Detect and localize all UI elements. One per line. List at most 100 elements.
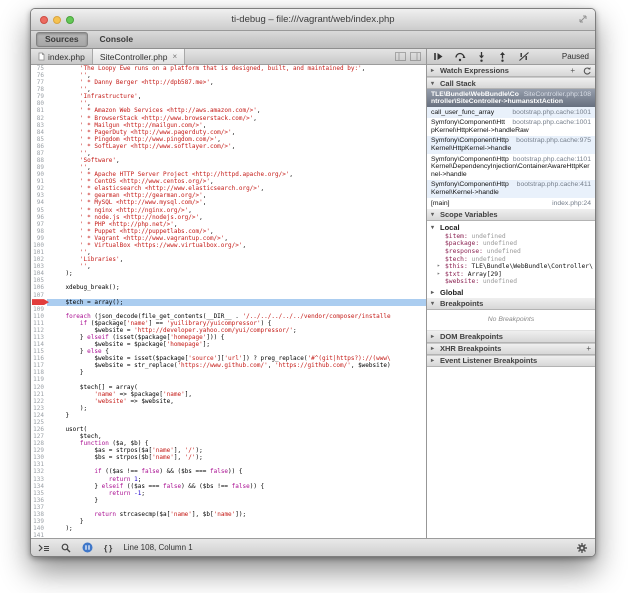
expand-icon[interactable]: ▸ [437, 271, 443, 279]
line-number-gutter[interactable]: 134 [31, 483, 47, 490]
line-number-gutter[interactable] [31, 299, 47, 306]
line-number-gutter[interactable]: 132 [31, 468, 47, 475]
line-number-gutter[interactable]: 89 [31, 164, 47, 171]
scope-global[interactable]: ▸ Global [427, 286, 595, 298]
line-number-gutter[interactable]: 123 [31, 405, 47, 412]
debugger-active-icon[interactable] [82, 542, 93, 553]
line-number-gutter[interactable]: 95 [31, 207, 47, 214]
section-dom-breakpoints[interactable]: ▸ DOM Breakpoints [427, 331, 595, 343]
line-number-gutter[interactable]: 131 [31, 461, 47, 468]
line-number-gutter[interactable]: 101 [31, 249, 47, 256]
line-number-gutter[interactable]: 100 [31, 242, 47, 249]
file-tab-index-php[interactable]: index.php [31, 49, 93, 64]
line-number-gutter[interactable]: 102 [31, 256, 47, 263]
section-event-listener-breakpoints[interactable]: ▸ Event Listener Breakpoints [427, 355, 595, 367]
title-bar[interactable]: ti-debug – file:///vagrant/web/index.php [31, 9, 595, 31]
line-number-gutter[interactable]: 81 [31, 107, 47, 114]
line-number-gutter[interactable]: 113 [31, 334, 47, 341]
line-number-gutter[interactable]: 86 [31, 143, 47, 150]
line-number-gutter[interactable]: 133 [31, 476, 47, 483]
line-number-gutter[interactable]: 124 [31, 412, 47, 419]
line-number-gutter[interactable]: 128 [31, 440, 47, 447]
show-console-icon[interactable] [38, 543, 50, 553]
line-number-gutter[interactable]: 122 [31, 398, 47, 405]
zoom-window-icon[interactable] [66, 16, 74, 24]
settings-gear-icon[interactable] [576, 542, 588, 554]
break-on-exceptions-icon[interactable] [518, 51, 530, 62]
line-number-gutter[interactable]: 117 [31, 362, 47, 369]
call-stack-frame[interactable]: bootstrap.php.cache:411Symfony\Component… [427, 180, 595, 198]
line-number-gutter[interactable]: 126 [31, 426, 47, 433]
line-number-gutter[interactable]: 136 [31, 497, 47, 504]
line-number-gutter[interactable]: 106 [31, 284, 47, 291]
line-number-gutter[interactable]: 112 [31, 327, 47, 334]
call-stack-frame[interactable]: SiteController.php:108TLE\Bundle\WebBund… [427, 89, 595, 107]
line-number-gutter[interactable]: 97 [31, 221, 47, 228]
refresh-icon[interactable] [582, 66, 591, 75]
show-details-icon[interactable] [410, 52, 421, 61]
line-number-gutter[interactable]: 79 [31, 93, 47, 100]
line-number-gutter[interactable]: 80 [31, 100, 47, 107]
line-number-gutter[interactable]: 139 [31, 518, 47, 525]
line-number-gutter[interactable]: 82 [31, 115, 47, 122]
line-number-gutter[interactable]: 137 [31, 504, 47, 511]
line-number-gutter[interactable]: 129 [31, 447, 47, 454]
add-xhr-breakpoint-icon[interactable]: + [586, 344, 591, 353]
line-number-gutter[interactable]: 91 [31, 178, 47, 185]
call-stack-frame[interactable]: bootstrap.php.cache:1101Symfony\Componen… [427, 154, 595, 180]
line-number-gutter[interactable]: 77 [31, 79, 47, 86]
line-number-gutter[interactable]: 111 [31, 320, 47, 327]
line-number-gutter[interactable]: 105 [31, 277, 47, 284]
line-number-gutter[interactable]: 96 [31, 214, 47, 221]
section-breakpoints[interactable]: ▾ Breakpoints [427, 298, 595, 310]
expand-icon[interactable]: ▸ [437, 263, 443, 271]
line-number-gutter[interactable]: 87 [31, 150, 47, 157]
pretty-print-icon[interactable]: { } [104, 543, 112, 553]
line-number-gutter[interactable]: 104 [31, 270, 47, 277]
line-number-gutter[interactable]: 114 [31, 341, 47, 348]
line-number-gutter[interactable]: 119 [31, 376, 47, 383]
line-number-gutter[interactable]: 140 [31, 525, 47, 532]
line-number-gutter[interactable]: 98 [31, 228, 47, 235]
call-stack-frame[interactable]: bootstrap.php.cache:1001Symfony\Componen… [427, 118, 595, 136]
line-number-gutter[interactable]: 125 [31, 419, 47, 426]
line-number-gutter[interactable]: 83 [31, 122, 47, 129]
call-stack-frame[interactable]: bootstrap.php.cache:1001call_user_func_a… [427, 107, 595, 118]
section-call-stack[interactable]: ▾ Call Stack [427, 77, 595, 89]
section-xhr-breakpoints[interactable]: ▸ XHR Breakpoints + [427, 343, 595, 355]
line-number-gutter[interactable]: 103 [31, 263, 47, 270]
scope-local[interactable]: ▾ Local [427, 221, 595, 233]
search-icon[interactable] [61, 543, 71, 553]
line-number-gutter[interactable]: 130 [31, 454, 47, 461]
show-navigator-icon[interactable] [395, 52, 406, 61]
close-tab-icon[interactable]: × [172, 52, 177, 61]
section-scope-variables[interactable]: ▾ Scope Variables [427, 209, 595, 221]
line-number-gutter[interactable]: 115 [31, 348, 47, 355]
add-watch-icon[interactable]: + [570, 66, 575, 75]
line-number-gutter[interactable]: 92 [31, 185, 47, 192]
file-tab-sitecontroller-php[interactable]: SiteController.php × [93, 49, 185, 64]
line-number-gutter[interactable]: 135 [31, 490, 47, 497]
scope-variable[interactable]: ▸$this: TLE\Bundle\WebBundle\Controller\ [427, 263, 595, 271]
resize-icon[interactable] [578, 14, 588, 24]
line-number-gutter[interactable]: 85 [31, 136, 47, 143]
breakpoint-arrow-icon[interactable] [32, 299, 49, 305]
line-number-gutter[interactable]: 116 [31, 355, 47, 362]
section-watch-expressions[interactable]: ▸ Watch Expressions + [427, 65, 595, 77]
line-number-gutter[interactable]: 127 [31, 433, 47, 440]
close-window-icon[interactable] [40, 16, 48, 24]
scope-variable[interactable]: ▸$txt: Array[29] [427, 271, 595, 279]
resume-icon[interactable] [433, 51, 444, 62]
line-number-gutter[interactable]: 118 [31, 369, 47, 376]
line-number-gutter[interactable]: 88 [31, 157, 47, 164]
minimize-window-icon[interactable] [53, 16, 61, 24]
line-number-gutter[interactable]: 76 [31, 72, 47, 79]
step-over-icon[interactable] [454, 51, 466, 62]
line-number-gutter[interactable]: 107 [31, 292, 47, 299]
line-number-gutter[interactable]: 78 [31, 86, 47, 93]
line-number-gutter[interactable]: 84 [31, 129, 47, 136]
line-number-gutter[interactable]: 109 [31, 306, 47, 313]
line-number-gutter[interactable]: 120 [31, 384, 47, 391]
call-stack-frame[interactable]: index.php:24[main] [427, 198, 595, 209]
line-number-gutter[interactable]: 90 [31, 171, 47, 178]
